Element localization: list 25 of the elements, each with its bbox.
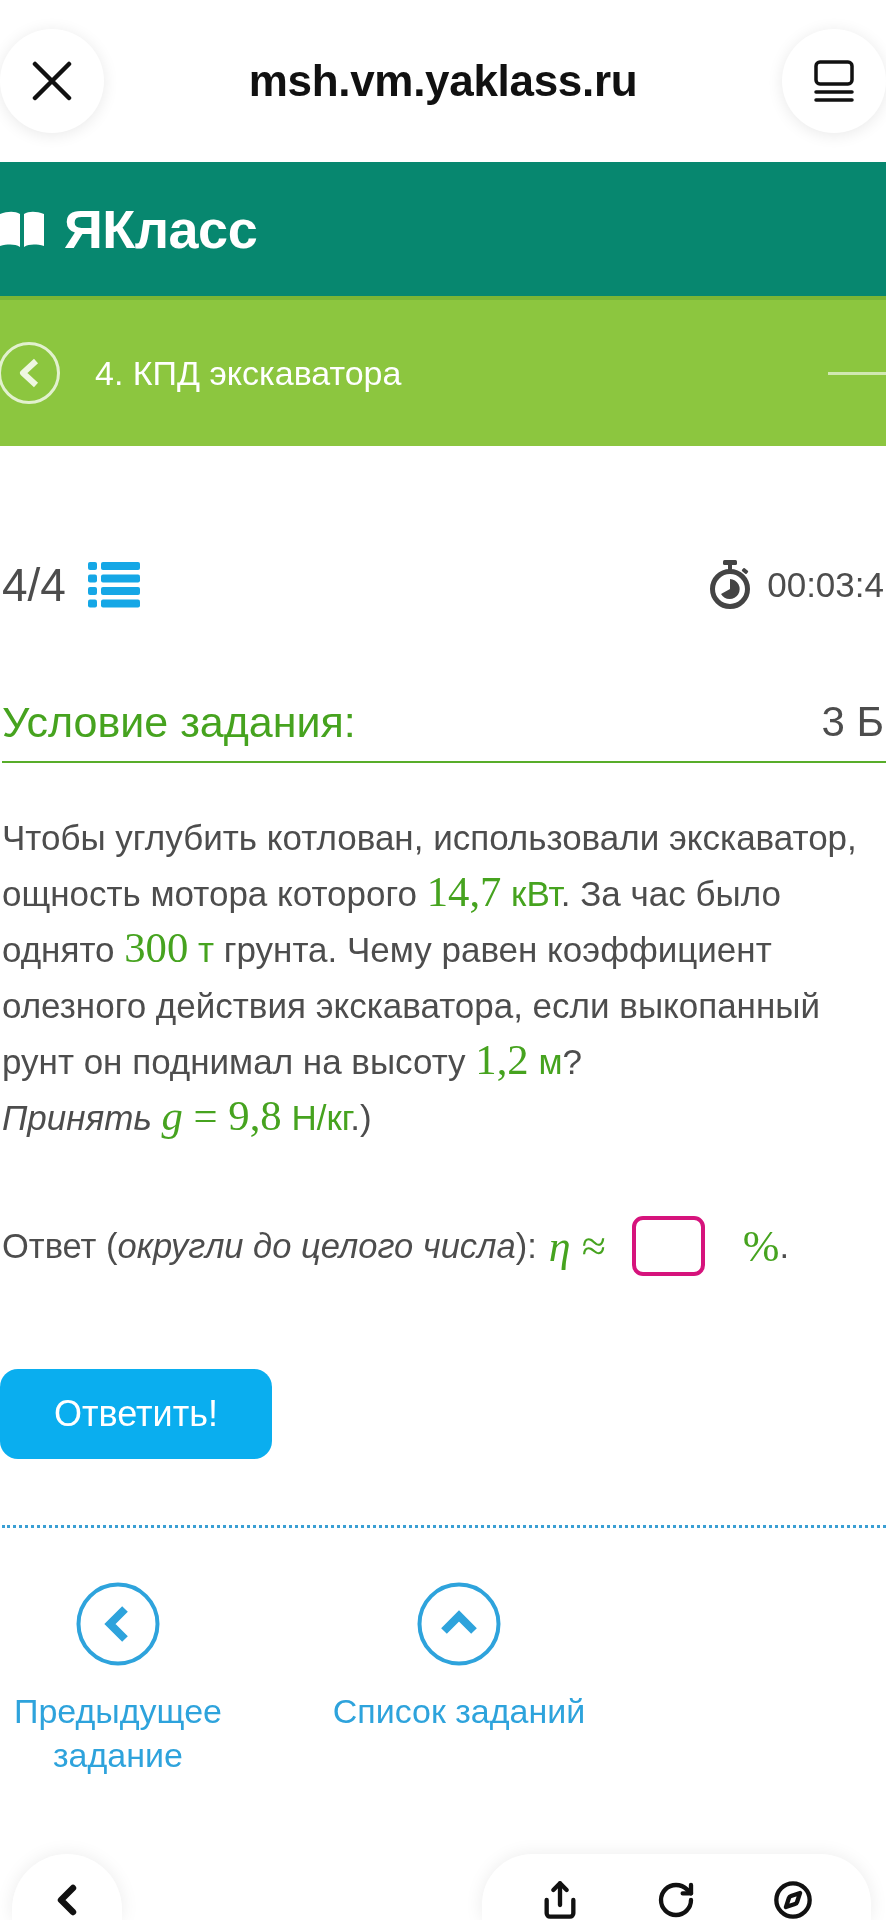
- logo-text: ЯКласс: [64, 198, 258, 260]
- task-text: Чтобы углубить котлован, использовали экскаватор, ощность мотора которого 14,7 кВт. За час было однято 300 т грунта. Чему равен коэффициент олезного действия экскаватора, если выкопанный рунт он поднимал на высоту 1,2 м? Принять g = 9,8 Н/кг.): [2, 817, 858, 1141]
- section-title: Условие задания:: [2, 697, 356, 747]
- address-text: msh.vm.yaklass.ru: [248, 56, 638, 106]
- previous-task-link[interactable]: Предыдущее задание: [2, 1582, 234, 1777]
- book-icon: [0, 209, 44, 249]
- task-list-link[interactable]: Список заданий: [314, 1582, 604, 1777]
- answer-text: .: [779, 1226, 790, 1266]
- submit-button[interactable]: Ответить!: [0, 1369, 272, 1459]
- topic-title: 4. КПД экскаватора: [95, 353, 402, 393]
- math-expression: η ≈: [548, 1220, 606, 1272]
- task-counter: 4/4: [2, 558, 66, 612]
- list-icon[interactable]: [87, 561, 140, 609]
- rectangle-lines-icon: [814, 60, 854, 102]
- chevron-left-circle-icon: [76, 1582, 160, 1666]
- compass-icon[interactable]: [772, 1880, 813, 1920]
- timer-text: 00:03:4: [767, 565, 885, 605]
- stopwatch-icon: [709, 560, 752, 610]
- answer-text: Ответ (округли до целого числа):: [2, 1226, 537, 1266]
- chevron-left-icon: [18, 358, 40, 388]
- answer-box[interactable]: [631, 1216, 705, 1276]
- chevron-up-circle-icon: [417, 1582, 501, 1666]
- close-icon: [32, 61, 72, 101]
- points-text: 3 Б: [821, 698, 885, 746]
- math-expression: %: [742, 1220, 780, 1272]
